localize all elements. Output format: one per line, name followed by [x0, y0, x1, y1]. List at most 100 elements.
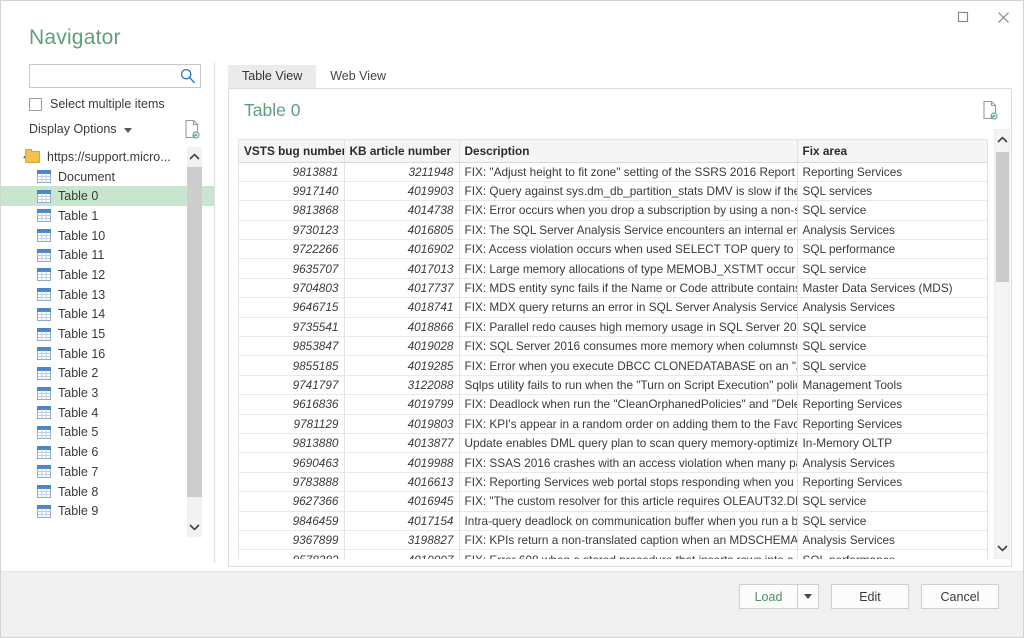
refresh-document-icon[interactable] [183, 119, 201, 139]
maximize-button[interactable] [943, 2, 983, 32]
table-row[interactable]: 9616836 4019799 FIX: Deadlock when run the… [239, 394, 988, 415]
grid-scrollbar[interactable] [994, 129, 1010, 559]
table-row[interactable]: 9646715 4018741 FIX: MDX query returns an … [239, 297, 988, 318]
tree-item-table-10[interactable]: Table 10 [1, 226, 215, 246]
table-row[interactable]: 9367899 3198827 FIX: KPIs return a non-tra… [239, 530, 988, 551]
table-row[interactable]: 9722266 4016902 FIX: Access violation occu… [239, 239, 988, 260]
tree-item-table-11[interactable]: Table 11 [1, 245, 215, 265]
table-row[interactable]: 95783824019097FIX: Error 608 when a stor… [239, 549, 988, 559]
grid-scroll-down-icon[interactable] [995, 538, 1010, 558]
table-row[interactable]: 9853847 4019028 FIX: SQL Server 2016 consu… [239, 336, 988, 357]
table-row[interactable]: 9730123 4016805 FIX: The SQL Server Analys… [239, 220, 988, 241]
pane-divider [214, 63, 215, 563]
table-row[interactable]: 9627366 4016945 FIX: "The custom resolver … [239, 491, 988, 512]
search-input[interactable] [30, 65, 178, 87]
tree-item-document[interactable]: Document [1, 167, 215, 187]
edit-button[interactable]: Edit [831, 584, 909, 609]
tree-item-table-7[interactable]: Table 7 [1, 462, 215, 482]
tree-item-table-12[interactable]: Table 12 [1, 265, 215, 285]
close-button[interactable] [983, 2, 1023, 32]
table-row[interactable]: 9735541 4018866 FIX: Parallel redo causes … [239, 317, 988, 338]
select-multiple-items-label: Select multiple items [50, 97, 165, 111]
table-row[interactable]: 9690463 4019988 FIX: SSAS 2016 crashes wit… [239, 452, 988, 473]
select-multiple-items-checkbox[interactable] [29, 97, 42, 111]
tree-item-table-8[interactable]: Table 8 [1, 482, 215, 502]
tree-item-table-5[interactable]: Table 5 [1, 423, 215, 443]
table-cell: SQL performance [797, 549, 988, 559]
table-row[interactable]: 9704803 4017737 FIX: MDS entity sync fails… [239, 278, 988, 299]
table-cell: 9722266 [239, 239, 345, 260]
footer-buttons: Load Edit Cancel [739, 584, 999, 609]
table-row[interactable]: 9783888 4016613 FIX: Reporting Services we… [239, 472, 988, 493]
grid-scroll-up-icon[interactable] [995, 130, 1010, 150]
tree-item-table-0[interactable]: Table 0 [1, 186, 215, 207]
table-cell: Reporting Services [797, 394, 988, 415]
select-multiple-items-row[interactable]: Select multiple items [29, 97, 165, 111]
tree-item-table-13[interactable]: Table 13 [1, 285, 215, 305]
search-icon[interactable] [179, 67, 197, 85]
table-icon [37, 425, 51, 439]
column-header[interactable]: KB article number [344, 140, 460, 163]
column-header[interactable]: Fix area [797, 140, 988, 163]
tree-item-table-3[interactable]: Table 3 [1, 383, 215, 403]
tree-item-table-4[interactable]: Table 4 [1, 403, 215, 423]
table-cell: 4018866 [344, 317, 460, 338]
tree-item-label: Table 10 [58, 228, 106, 243]
table-row[interactable]: 9855185 4019285 FIX: Error when you execut… [239, 355, 988, 376]
table-row[interactable]: 9781129 4019803 FIX: KPI's appear in a ran… [239, 414, 988, 434]
table-cell: 4017154 [344, 511, 460, 531]
main-panel: Table View Web View Table 0 VSTS bug numb… [228, 65, 1012, 567]
load-split-button[interactable]: Load [739, 584, 819, 609]
page-title: Navigator [29, 26, 121, 49]
scroll-up-icon[interactable] [187, 147, 202, 167]
cancel-button[interactable]: Cancel [921, 584, 999, 609]
column-header[interactable]: VSTS bug number [239, 140, 345, 163]
search-box[interactable] [29, 64, 201, 88]
data-grid-viewport[interactable]: VSTS bug number KB article number Descript… [238, 139, 988, 559]
table-icon [37, 406, 51, 420]
tree-item-table-15[interactable]: Table 15 [1, 324, 215, 344]
tab-table-view[interactable]: Table View [228, 65, 317, 88]
table-row[interactable]: 9813868 4014738 FIX: Error occurs when you… [239, 200, 988, 221]
header-row: VSTS bug number KB article number Descript… [239, 140, 988, 163]
load-dropdown-button[interactable] [797, 584, 819, 609]
grid-scrollbar-thumb[interactable] [996, 152, 1009, 282]
view-tabs[interactable]: Table View Web View [228, 65, 400, 88]
table-icon [37, 307, 51, 321]
tree-item-table-2[interactable]: Table 2 [1, 364, 215, 384]
column-header[interactable]: Description [459, 140, 798, 163]
tree-item-label: Table 6 [58, 445, 99, 460]
table-row[interactable]: 9741797 3122088 Sqlps utility fails to run… [239, 375, 988, 396]
tree-item-table-16[interactable]: Table 16 [1, 344, 215, 364]
tab-web-view[interactable]: Web View [316, 65, 400, 88]
table-icon [37, 347, 51, 361]
sidebar-scrollbar[interactable] [187, 147, 202, 537]
tree-item-table-1[interactable]: Table 1 [1, 206, 215, 226]
table-title: Table 0 [244, 100, 301, 120]
tree-item-https-support-micro[interactable]: https://support.micro... [1, 147, 215, 167]
refresh-preview-icon[interactable] [981, 100, 999, 120]
tree-item-table-14[interactable]: Table 14 [1, 305, 215, 325]
display-options-label: Display Options [29, 122, 117, 136]
display-options-dropdown[interactable]: Display Options [29, 122, 132, 136]
table-cell: 9917140 [239, 181, 345, 202]
table-cell: 9730123 [239, 220, 345, 241]
table-cell: FIX: "Adjust height to fit zone" setting… [459, 162, 798, 182]
tree-item-label: Table 5 [58, 425, 99, 440]
load-button[interactable]: Load [739, 584, 797, 609]
tree-item-table-9[interactable]: Table 9 [1, 501, 215, 521]
sidebar-scrollbar-thumb[interactable] [187, 167, 202, 497]
table-row[interactable]: 9917140 4019903 FIX: Query against sys.dm_… [239, 181, 988, 202]
table-cell: 9853847 [239, 336, 345, 357]
table-row[interactable]: 9635707 4017013 FIX: Large memory allocati… [239, 258, 988, 279]
scroll-down-icon[interactable] [187, 517, 202, 537]
table-row[interactable]: 9813880 4013877 Update enables DML query p… [239, 433, 988, 454]
table-cell: FIX: KPIs return a non-translated captio… [459, 530, 798, 551]
table-row[interactable]: 9846459 4017154 Intra-query deadlock on co… [239, 511, 988, 531]
maximize-icon [957, 11, 969, 23]
tree-item-table-6[interactable]: Table 6 [1, 442, 215, 462]
tree-item-label: Table 1 [58, 208, 99, 223]
table-cell: 9781129 [239, 414, 345, 434]
navigation-tree[interactable]: https://support.micro... Document Table 0 T… [1, 147, 215, 565]
table-row[interactable]: 9813881 3211948 FIX: "Adjust height to fit… [239, 162, 988, 182]
